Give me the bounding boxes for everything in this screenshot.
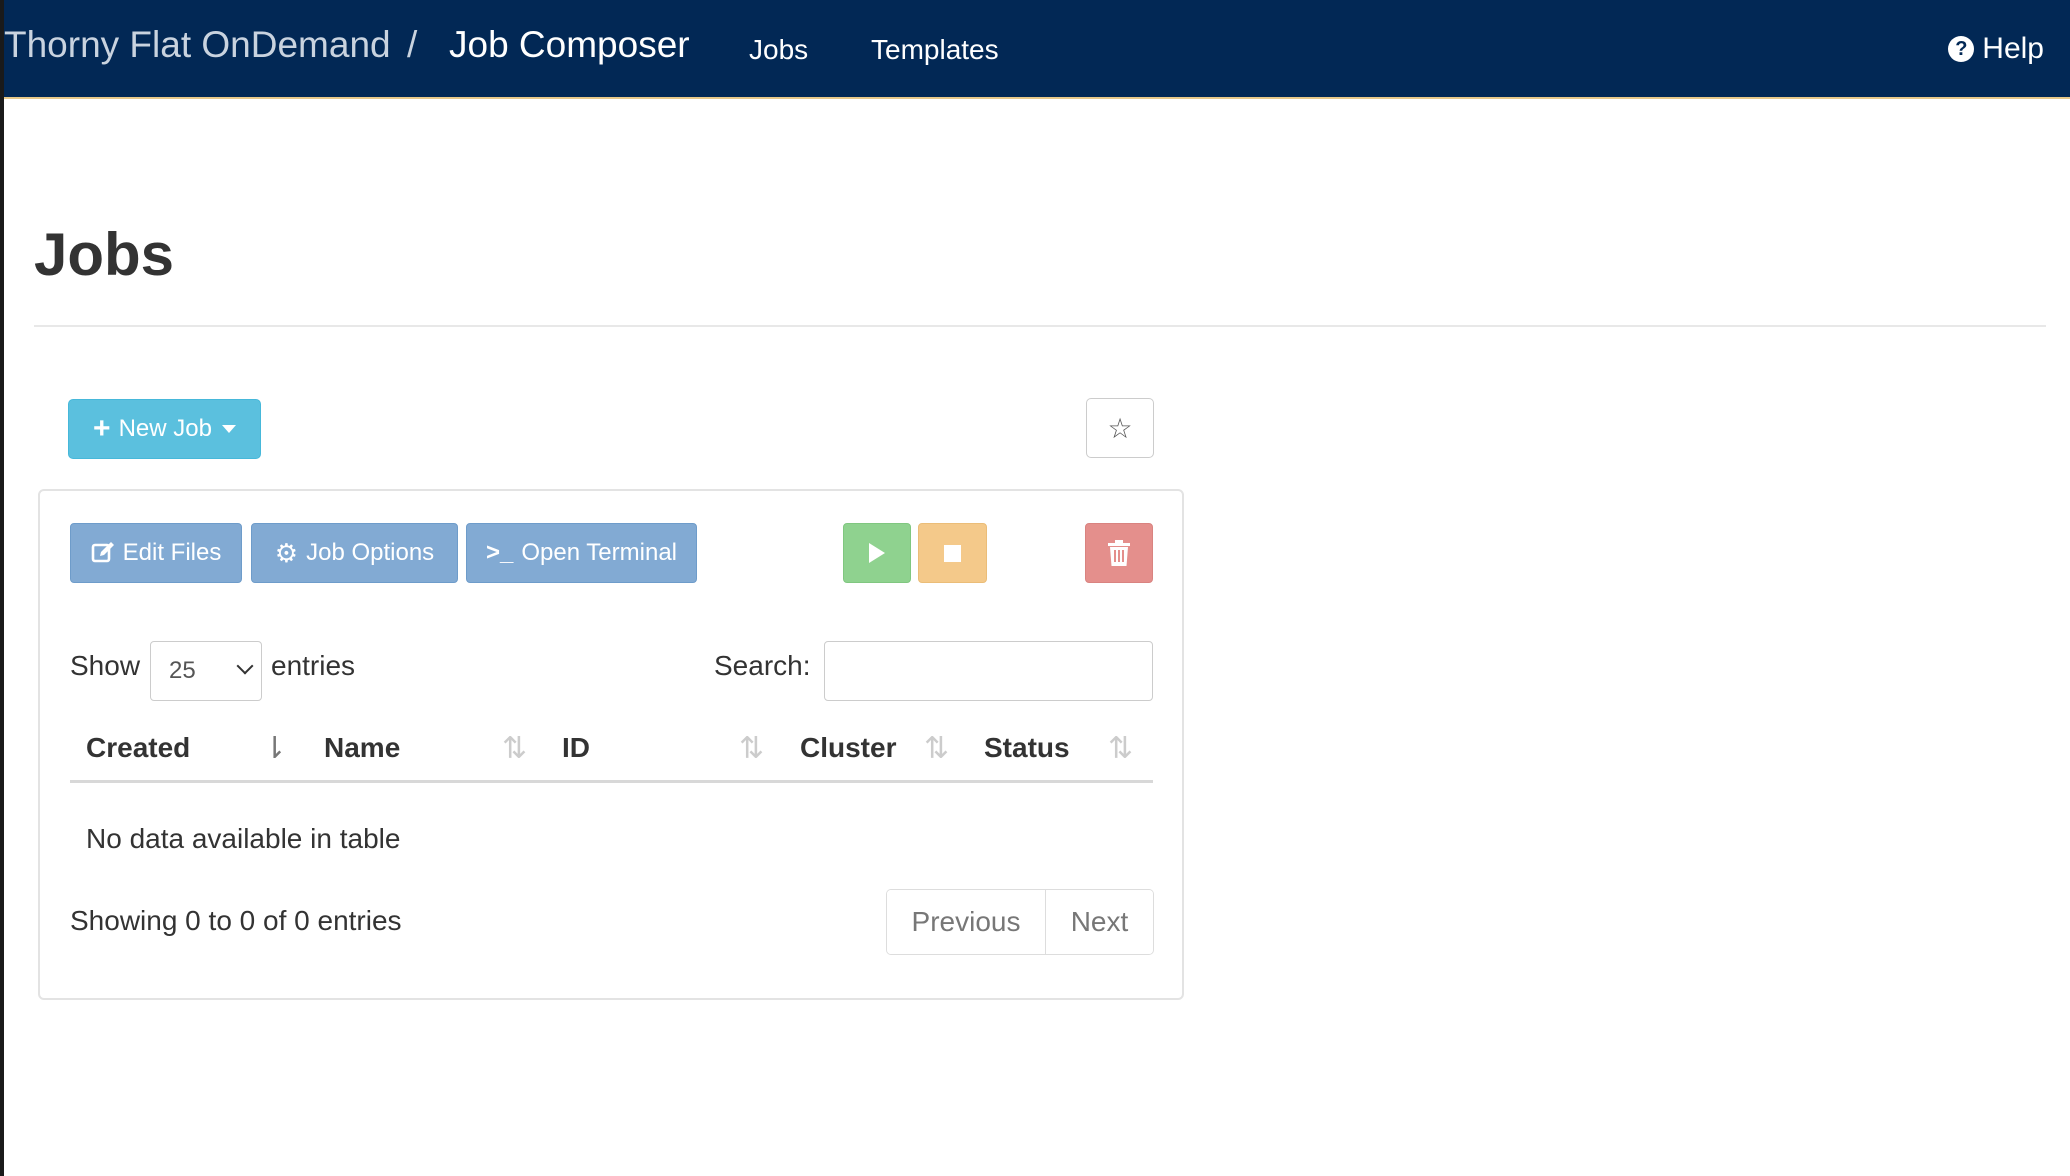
plus-icon: + — [93, 412, 111, 445]
search-label: Search: — [714, 650, 811, 681]
column-header-name[interactable]: Name — [324, 717, 400, 779]
job-options-label: Job Options — [306, 539, 435, 566]
chevron-down-icon — [236, 657, 254, 675]
next-page-button[interactable]: Next — [1046, 890, 1153, 954]
previous-page-button[interactable]: Previous — [887, 890, 1046, 954]
entries-label: entries — [271, 650, 356, 681]
open-terminal-button[interactable]: >_ Open Terminal — [466, 523, 697, 583]
job-options-button[interactable]: ⚙ Job Options — [251, 523, 458, 583]
edit-files-label: Edit Files — [122, 539, 222, 566]
open-terminal-label: Open Terminal — [521, 539, 677, 566]
show-label: Show — [70, 650, 141, 681]
entries-per-page-value: 25 — [169, 657, 196, 684]
trash-icon — [1108, 540, 1130, 566]
edit-icon — [91, 542, 114, 563]
top-navbar: Thorny Flat OnDemand / Job Composer Jobs… — [4, 0, 2070, 99]
submit-job-button[interactable] — [843, 523, 911, 583]
help-label: Help — [1982, 32, 2044, 65]
new-job-dropdown-button[interactable]: + New Job — [68, 399, 261, 459]
edit-files-button[interactable]: Edit Files — [70, 523, 242, 583]
stop-job-button[interactable] — [918, 523, 987, 583]
sort-descending-icon[interactable]: ⇂ — [262, 717, 287, 779]
play-icon — [869, 543, 885, 563]
favorite-star-button[interactable]: ☆ — [1086, 398, 1154, 458]
delete-job-button[interactable] — [1085, 523, 1153, 583]
brand-link[interactable]: Thorny Flat OnDemand — [4, 24, 391, 66]
app-title-link[interactable]: Job Composer — [449, 24, 690, 66]
question-circle-icon: ? — [1948, 36, 1975, 62]
jobs-panel: Edit Files ⚙ Job Options >_ Open Termina… — [38, 489, 1184, 1000]
gear-icon: ⚙ — [274, 537, 299, 568]
terminal-icon: >_ — [485, 539, 514, 566]
table-header: Created ⇂ Name ⇅ ID ⇅ Cluster ⇅ Status ⇅ — [70, 717, 1153, 783]
help-link[interactable]: ? Help — [1948, 32, 2044, 66]
caret-down-icon — [221, 425, 236, 433]
pagination: Previous Next — [886, 889, 1154, 955]
nav-jobs-link[interactable]: Jobs — [749, 34, 808, 66]
new-job-label: New Job — [118, 415, 212, 442]
search-input[interactable] — [824, 641, 1153, 701]
nav-templates-link[interactable]: Templates — [871, 34, 999, 66]
empty-table-message: No data available in table — [86, 823, 401, 854]
stop-icon — [944, 544, 961, 562]
sort-icon[interactable]: ⇅ — [739, 717, 764, 779]
app-window: Thorny Flat OnDemand / Job Composer Jobs… — [0, 0, 2070, 1176]
page-title: Jobs — [34, 221, 175, 288]
brand-separator: / — [407, 24, 418, 65]
column-header-status[interactable]: Status — [984, 717, 1070, 779]
sort-icon[interactable]: ⇅ — [502, 717, 527, 779]
table-info: Showing 0 to 0 of 0 entries — [70, 905, 402, 936]
column-header-id[interactable]: ID — [562, 717, 590, 779]
sort-icon[interactable]: ⇅ — [924, 717, 949, 779]
column-header-cluster[interactable]: Cluster — [800, 717, 896, 779]
sort-icon[interactable]: ⇅ — [1108, 717, 1133, 779]
title-divider — [34, 325, 2046, 327]
column-header-created[interactable]: Created — [86, 717, 190, 779]
entries-per-page-select[interactable]: 25 — [150, 641, 262, 701]
star-outline-icon: ☆ — [1107, 412, 1133, 444]
